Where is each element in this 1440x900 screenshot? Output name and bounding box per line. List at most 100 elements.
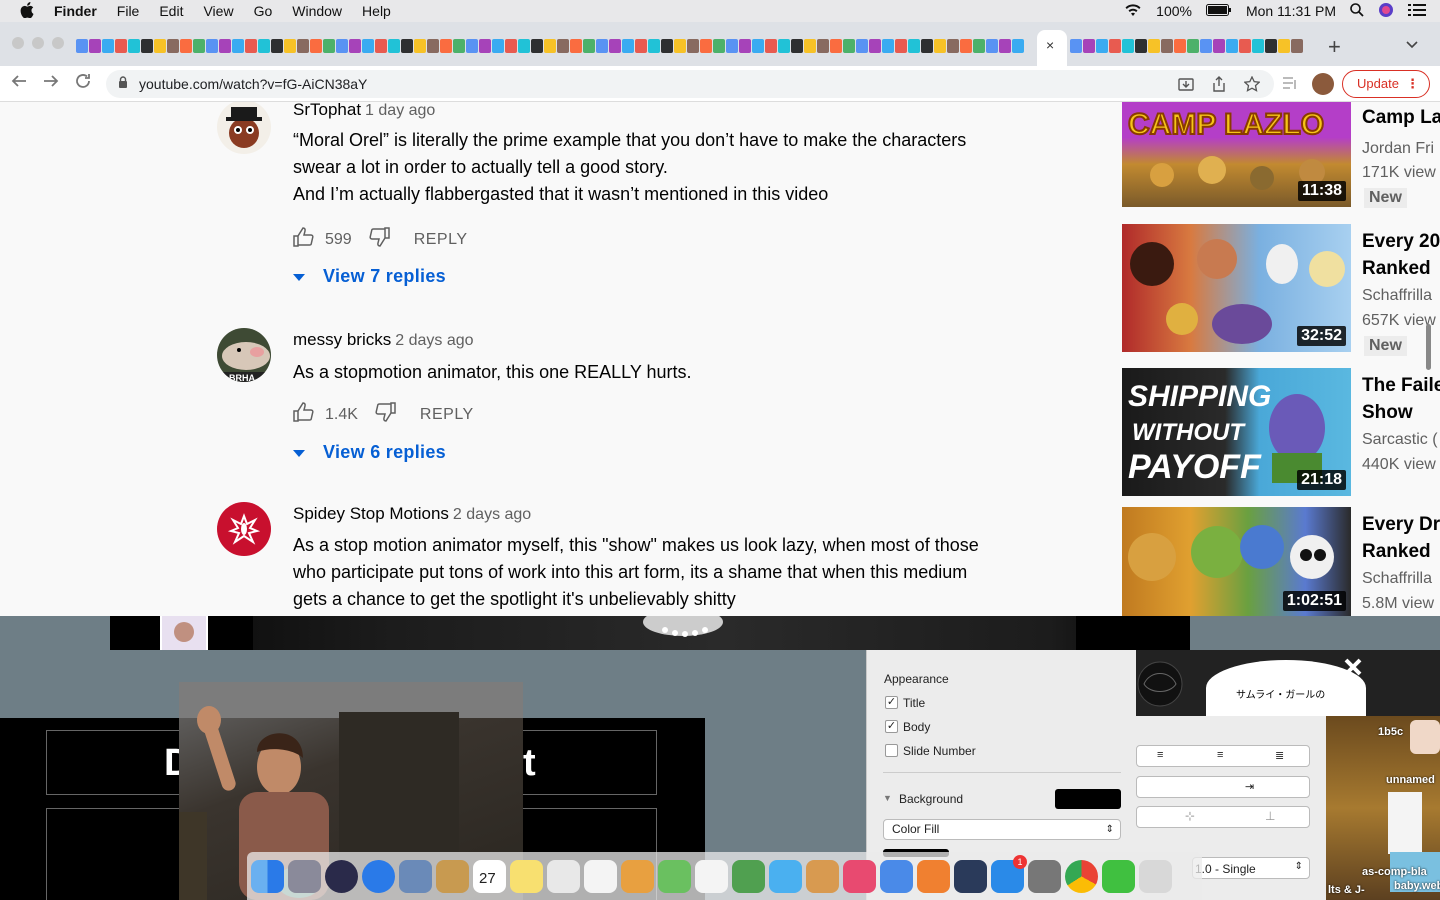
comment-author[interactable]: SrTophat <box>293 102 361 119</box>
appstore-icon[interactable]: 1 <box>991 854 1027 893</box>
battery-icon[interactable] <box>1205 3 1232 19</box>
body-checkbox[interactable]: ✓ <box>885 720 898 733</box>
tab-favicon[interactable] <box>908 39 920 53</box>
share-icon[interactable] <box>1212 76 1226 95</box>
comment-avatar[interactable] <box>217 102 271 154</box>
tab-favicon[interactable] <box>388 39 400 53</box>
tab-favicon[interactable] <box>726 39 738 53</box>
menu-view[interactable]: View <box>203 3 233 19</box>
tab-favicon[interactable] <box>167 39 179 53</box>
tab-favicon[interactable] <box>960 39 972 53</box>
new-tab-button[interactable]: + <box>1328 34 1341 60</box>
background-section-label[interactable]: Background <box>899 792 963 806</box>
tab-favicon[interactable] <box>1083 39 1095 53</box>
tab-favicon[interactable] <box>1265 39 1277 53</box>
zoom-window-button[interactable] <box>52 37 64 49</box>
tab-favicon[interactable] <box>544 39 556 53</box>
tab-favicon[interactable] <box>414 39 426 53</box>
close-tab-icon[interactable]: × <box>1046 37 1054 53</box>
tab-favicon[interactable] <box>128 39 140 53</box>
tab-favicon[interactable] <box>661 39 673 53</box>
tab-favicon[interactable] <box>804 39 816 53</box>
clock[interactable]: Mon 11:31 PM <box>1246 3 1336 19</box>
tab-search-chevron-icon[interactable] <box>1406 36 1418 52</box>
preview-icon[interactable] <box>399 859 432 893</box>
menu-window[interactable]: Window <box>292 3 342 19</box>
title-checkbox[interactable]: ✓ <box>885 696 898 709</box>
tab-favicon[interactable] <box>102 39 114 53</box>
menu-app-finder[interactable]: Finder <box>54 3 97 19</box>
media-queue-icon[interactable] <box>1283 76 1299 93</box>
tab-favicon[interactable] <box>349 39 361 53</box>
recommended-video[interactable]: 1:02:51 Every Dre Ranked Schaffrilla 5.8… <box>1122 507 1440 616</box>
tab-favicon[interactable] <box>1122 39 1134 53</box>
desktop-file-icon[interactable] <box>1410 720 1440 754</box>
messages-icon[interactable] <box>769 859 802 893</box>
facetime-icon[interactable] <box>1102 859 1135 893</box>
indent-buttons[interactable]: ⇥ <box>1136 776 1310 798</box>
tab-favicon[interactable] <box>1096 39 1108 53</box>
tab-favicon[interactable] <box>232 39 244 53</box>
indent-icon[interactable]: ⇥ <box>1245 780 1254 793</box>
chrome-icon[interactable] <box>1065 859 1098 893</box>
line-spacing-select[interactable]: 1.0 - Single ⇕ <box>1192 857 1310 879</box>
tab-favicon[interactable] <box>999 39 1011 53</box>
menu-go[interactable]: Go <box>254 3 273 19</box>
active-tab[interactable]: × <box>1037 30 1067 66</box>
install-app-icon[interactable] <box>1178 76 1194 95</box>
spotlight-search-icon[interactable] <box>1350 2 1364 20</box>
back-button[interactable] <box>10 72 28 95</box>
video-title[interactable]: Camp La <box>1362 104 1440 131</box>
tab-favicon[interactable] <box>1161 39 1173 53</box>
tab-favicon[interactable] <box>596 39 608 53</box>
desktop-file-label[interactable]: lts & J- <box>1328 884 1365 896</box>
bookmark-star-icon[interactable] <box>1243 75 1261 95</box>
wifi-icon[interactable] <box>1124 3 1142 20</box>
tab-favicon[interactable] <box>557 39 569 53</box>
keynote-icon[interactable] <box>880 859 913 893</box>
comment-author[interactable]: Spidey Stop Motions <box>293 504 449 523</box>
align-center-icon[interactable]: ≡ <box>1157 749 1163 761</box>
tab-favicon[interactable] <box>453 39 465 53</box>
tab-favicon[interactable] <box>518 39 530 53</box>
tab-favicon[interactable] <box>193 39 205 53</box>
tab-favicon[interactable] <box>1291 39 1303 53</box>
tab-favicon[interactable] <box>1200 39 1212 53</box>
finder-icon[interactable] <box>251 859 284 893</box>
tab-favicon[interactable] <box>921 39 933 53</box>
thumbs-up-icon[interactable] <box>293 402 315 427</box>
comment-avatar[interactable] <box>217 502 271 556</box>
thumbs-down-icon[interactable] <box>368 227 390 252</box>
comment-avatar[interactable]: BRHA <box>217 328 271 382</box>
tab-favicon[interactable] <box>687 39 699 53</box>
tab-favicon[interactable] <box>219 39 231 53</box>
minimize-window-button[interactable] <box>32 37 44 49</box>
tab-favicon[interactable] <box>700 39 712 53</box>
update-button[interactable]: Update ⋮ <box>1342 70 1430 98</box>
slide-number-checkbox[interactable] <box>885 744 898 757</box>
tab-favicon[interactable] <box>739 39 751 53</box>
tab-favicon[interactable] <box>778 39 790 53</box>
tab-favicon[interactable] <box>583 39 595 53</box>
photos-icon[interactable] <box>621 859 654 893</box>
settings-icon[interactable] <box>1028 859 1061 893</box>
video-title[interactable]: Every Dre <box>1362 511 1440 538</box>
tab-favicon[interactable] <box>830 39 842 53</box>
tab-favicon[interactable] <box>427 39 439 53</box>
vertical-align-buttons[interactable]: ⊹ ⊥ <box>1136 806 1310 828</box>
view-replies-button[interactable]: View 6 replies <box>293 442 446 463</box>
video-title-line2[interactable]: Ranked <box>1362 538 1440 565</box>
tab-favicon[interactable] <box>336 39 348 53</box>
tab-favicon[interactable] <box>1278 39 1290 53</box>
books-icon[interactable] <box>917 859 950 893</box>
desktop-file-label[interactable]: 1b5c <box>1378 726 1403 738</box>
quicktime-icon[interactable] <box>954 859 987 893</box>
tab-favicon[interactable] <box>1252 39 1264 53</box>
reminders-icon[interactable] <box>584 859 617 893</box>
battery-percent[interactable]: 100% <box>1156 3 1192 19</box>
tab-favicon[interactable] <box>141 39 153 53</box>
music-icon[interactable] <box>843 859 876 893</box>
video-title-line2[interactable]: Ranked <box>1362 255 1440 282</box>
profile-avatar[interactable] <box>1312 73 1334 95</box>
desktop-file-label[interactable]: unnamed <box>1386 774 1435 786</box>
